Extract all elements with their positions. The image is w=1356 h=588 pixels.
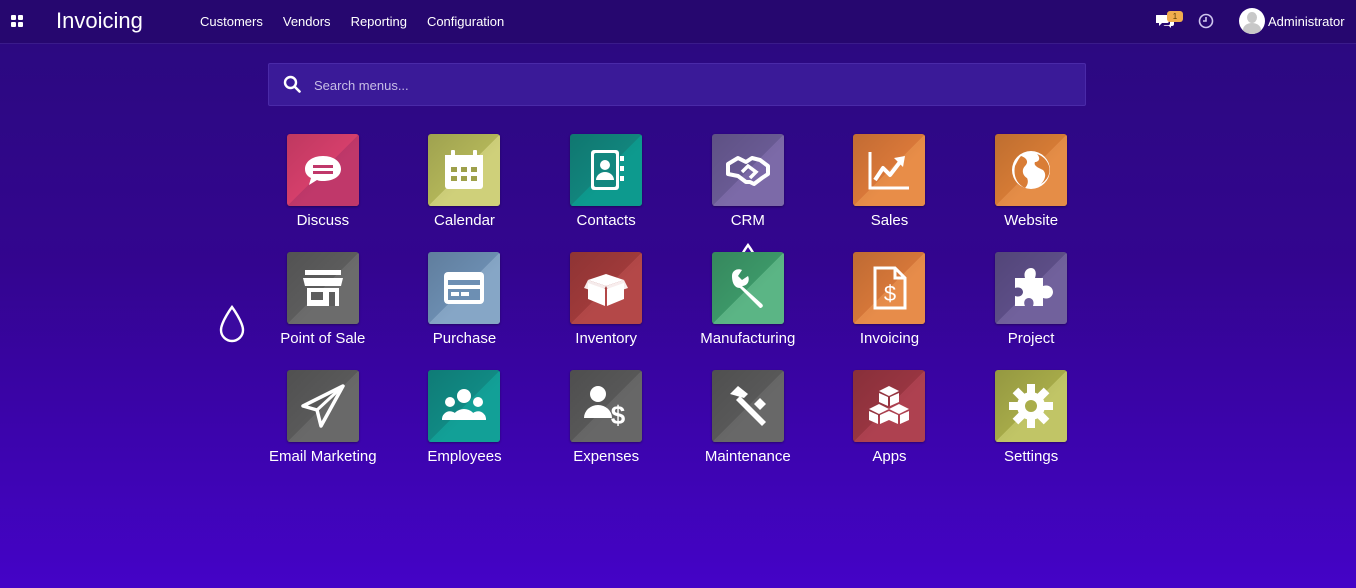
app-brand[interactable]: Invoicing — [56, 9, 143, 33]
app-crm[interactable]: CRM — [677, 134, 819, 252]
app-label: Discuss — [296, 212, 350, 229]
main-menu: Customers Vendors Reporting Configuratio… — [190, 0, 514, 44]
app-sales[interactable]: Sales — [819, 134, 961, 252]
app-tile[interactable] — [570, 134, 643, 206]
chat-bubble-icon — [304, 156, 341, 185]
app-tile[interactable] — [995, 370, 1068, 442]
app-label: CRM — [730, 212, 765, 229]
user-avatar-icon — [1239, 8, 1265, 34]
app-project[interactable]: Project — [960, 252, 1102, 370]
app-label: Purchase — [432, 330, 497, 347]
calendar-icon — [445, 150, 484, 189]
search-icon — [283, 75, 301, 93]
user-name: Administrator — [1268, 13, 1345, 29]
app-tile[interactable]: $ — [853, 252, 926, 324]
app-tile[interactable] — [428, 370, 501, 442]
user-menu[interactable]: Administrator — [1239, 8, 1345, 34]
gear-icon — [1009, 384, 1054, 428]
address-book-icon — [591, 150, 625, 190]
trend-chart-icon — [868, 152, 910, 190]
search-bar — [268, 63, 1086, 107]
app-discuss[interactable]: Discuss — [252, 134, 394, 252]
app-label: Point of Sale — [280, 330, 366, 347]
app-manufacturing[interactable]: Manufacturing — [677, 252, 819, 370]
menu-configuration[interactable]: Configuration — [417, 0, 514, 44]
app-tile[interactable]: $ — [570, 370, 643, 442]
grid-icon[interactable] — [11, 15, 24, 28]
app-tile[interactable] — [853, 134, 926, 206]
hammer-icon — [729, 386, 766, 426]
app-apps[interactable]: Apps — [819, 370, 961, 488]
app-purchase[interactable]: Purchase — [394, 252, 536, 370]
app-contacts[interactable]: Contacts — [535, 134, 677, 252]
app-tile[interactable] — [286, 134, 359, 206]
svg-text:$: $ — [884, 281, 896, 306]
app-email-marketing[interactable]: Email Marketing — [252, 370, 394, 488]
app-label: Apps — [872, 448, 907, 465]
app-website[interactable]: Website — [960, 134, 1102, 252]
app-label: Settings — [1004, 448, 1059, 465]
store-icon — [302, 270, 343, 306]
app-point-of-sale[interactable]: Point of Sale — [252, 252, 394, 370]
app-label: Maintenance — [704, 448, 791, 465]
app-label: Invoicing — [859, 330, 920, 347]
app-label: Employees — [427, 448, 502, 465]
app-tile[interactable] — [428, 134, 501, 206]
app-tile[interactable] — [711, 134, 784, 206]
user-dollar-icon: $ — [584, 386, 626, 428]
search-input[interactable] — [312, 64, 1076, 107]
app-tile[interactable] — [711, 252, 784, 324]
app-inventory[interactable]: Inventory — [535, 252, 677, 370]
people-icon — [442, 389, 487, 420]
app-label: Inventory — [575, 330, 637, 347]
paper-plane-icon — [301, 384, 345, 428]
menu-customers[interactable]: Customers — [190, 0, 273, 44]
invoice-dollar-icon: $ — [873, 266, 907, 310]
app-label: Calendar — [434, 212, 495, 229]
app-expenses[interactable]: $ Expenses — [535, 370, 677, 488]
wrench-icon — [731, 269, 763, 308]
chat-count-badge: 1 — [1167, 11, 1183, 22]
cubes-icon — [869, 386, 910, 424]
app-settings[interactable]: Settings — [960, 370, 1102, 488]
top-navbar: Invoicing Customers Vendors Reporting Co… — [0, 0, 1356, 44]
app-tile[interactable] — [853, 370, 926, 442]
handshake-icon — [725, 156, 770, 186]
svg-text:$: $ — [611, 400, 626, 428]
app-label: Contacts — [576, 212, 636, 229]
puzzle-icon — [1015, 268, 1054, 306]
app-tile[interactable] — [428, 252, 501, 324]
app-label: Email Marketing — [269, 448, 377, 465]
globe-icon — [1012, 151, 1051, 189]
app-tile[interactable] — [286, 370, 359, 442]
app-grid: Discuss Calendar Contacts CRM Sales Website Po… — [252, 134, 1102, 488]
app-label: Sales — [870, 212, 909, 229]
app-tile[interactable] — [711, 370, 784, 442]
app-label: Website — [1004, 212, 1059, 229]
app-label: Project — [1007, 330, 1055, 347]
box-icon — [584, 274, 629, 306]
app-employees[interactable]: Employees — [394, 370, 536, 488]
app-tile[interactable] — [570, 252, 643, 324]
clock-icon[interactable] — [1198, 13, 1214, 29]
app-label: Expenses — [573, 448, 640, 465]
app-tile[interactable] — [286, 252, 359, 324]
app-tile[interactable] — [995, 134, 1068, 206]
menu-vendors[interactable]: Vendors — [273, 0, 341, 44]
app-maintenance[interactable]: Maintenance — [677, 370, 819, 488]
app-calendar[interactable]: Calendar — [394, 134, 536, 252]
drop-decoration-icon — [219, 304, 245, 343]
app-label: Manufacturing — [700, 330, 796, 347]
app-invoicing[interactable]: $ Invoicing — [819, 252, 961, 370]
credit-card-icon — [444, 272, 485, 304]
app-tile[interactable] — [995, 252, 1068, 324]
menu-reporting[interactable]: Reporting — [341, 0, 417, 44]
